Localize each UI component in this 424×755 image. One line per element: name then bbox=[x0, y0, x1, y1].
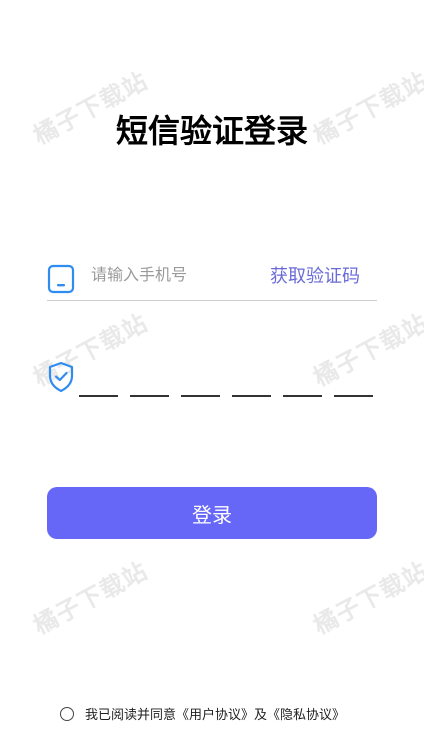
code-digit-slot[interactable] bbox=[79, 373, 118, 397]
get-code-button[interactable]: 获取验证码 bbox=[270, 262, 360, 288]
phone-number-input[interactable] bbox=[91, 262, 261, 286]
agreement-row: 我已阅读并同意《用户协议》及《隐私协议》 bbox=[60, 704, 345, 723]
login-button[interactable]: 登录 bbox=[47, 487, 377, 539]
agreement-conjunction: 及 bbox=[254, 708, 268, 723]
page-title: 短信验证登录 bbox=[115, 112, 308, 150]
shield-check-icon bbox=[47, 361, 75, 393]
code-digit-slot[interactable] bbox=[283, 373, 322, 397]
agreement-radio-icon[interactable] bbox=[60, 706, 74, 721]
mobile-phone-icon bbox=[47, 264, 75, 294]
privacy-policy-link[interactable]: 《隐私协议》 bbox=[267, 708, 345, 723]
verification-code-row bbox=[47, 361, 377, 401]
watermark: 橘子下载站 bbox=[308, 556, 424, 641]
agreement-prefix: 我已阅读并同意 bbox=[85, 708, 177, 723]
phone-input-row: 获取验证码 bbox=[47, 262, 377, 301]
code-digit-slot[interactable] bbox=[130, 373, 169, 397]
code-digit-slot[interactable] bbox=[334, 373, 373, 397]
code-digit-slot[interactable] bbox=[232, 373, 271, 397]
watermark: 橘子下载站 bbox=[28, 556, 153, 641]
user-agreement-link[interactable]: 《用户协议》 bbox=[176, 708, 254, 723]
code-slots bbox=[79, 373, 373, 397]
agreement-text: 我已阅读并同意《用户协议》及《隐私协议》 bbox=[85, 704, 345, 723]
code-digit-slot[interactable] bbox=[181, 373, 220, 397]
